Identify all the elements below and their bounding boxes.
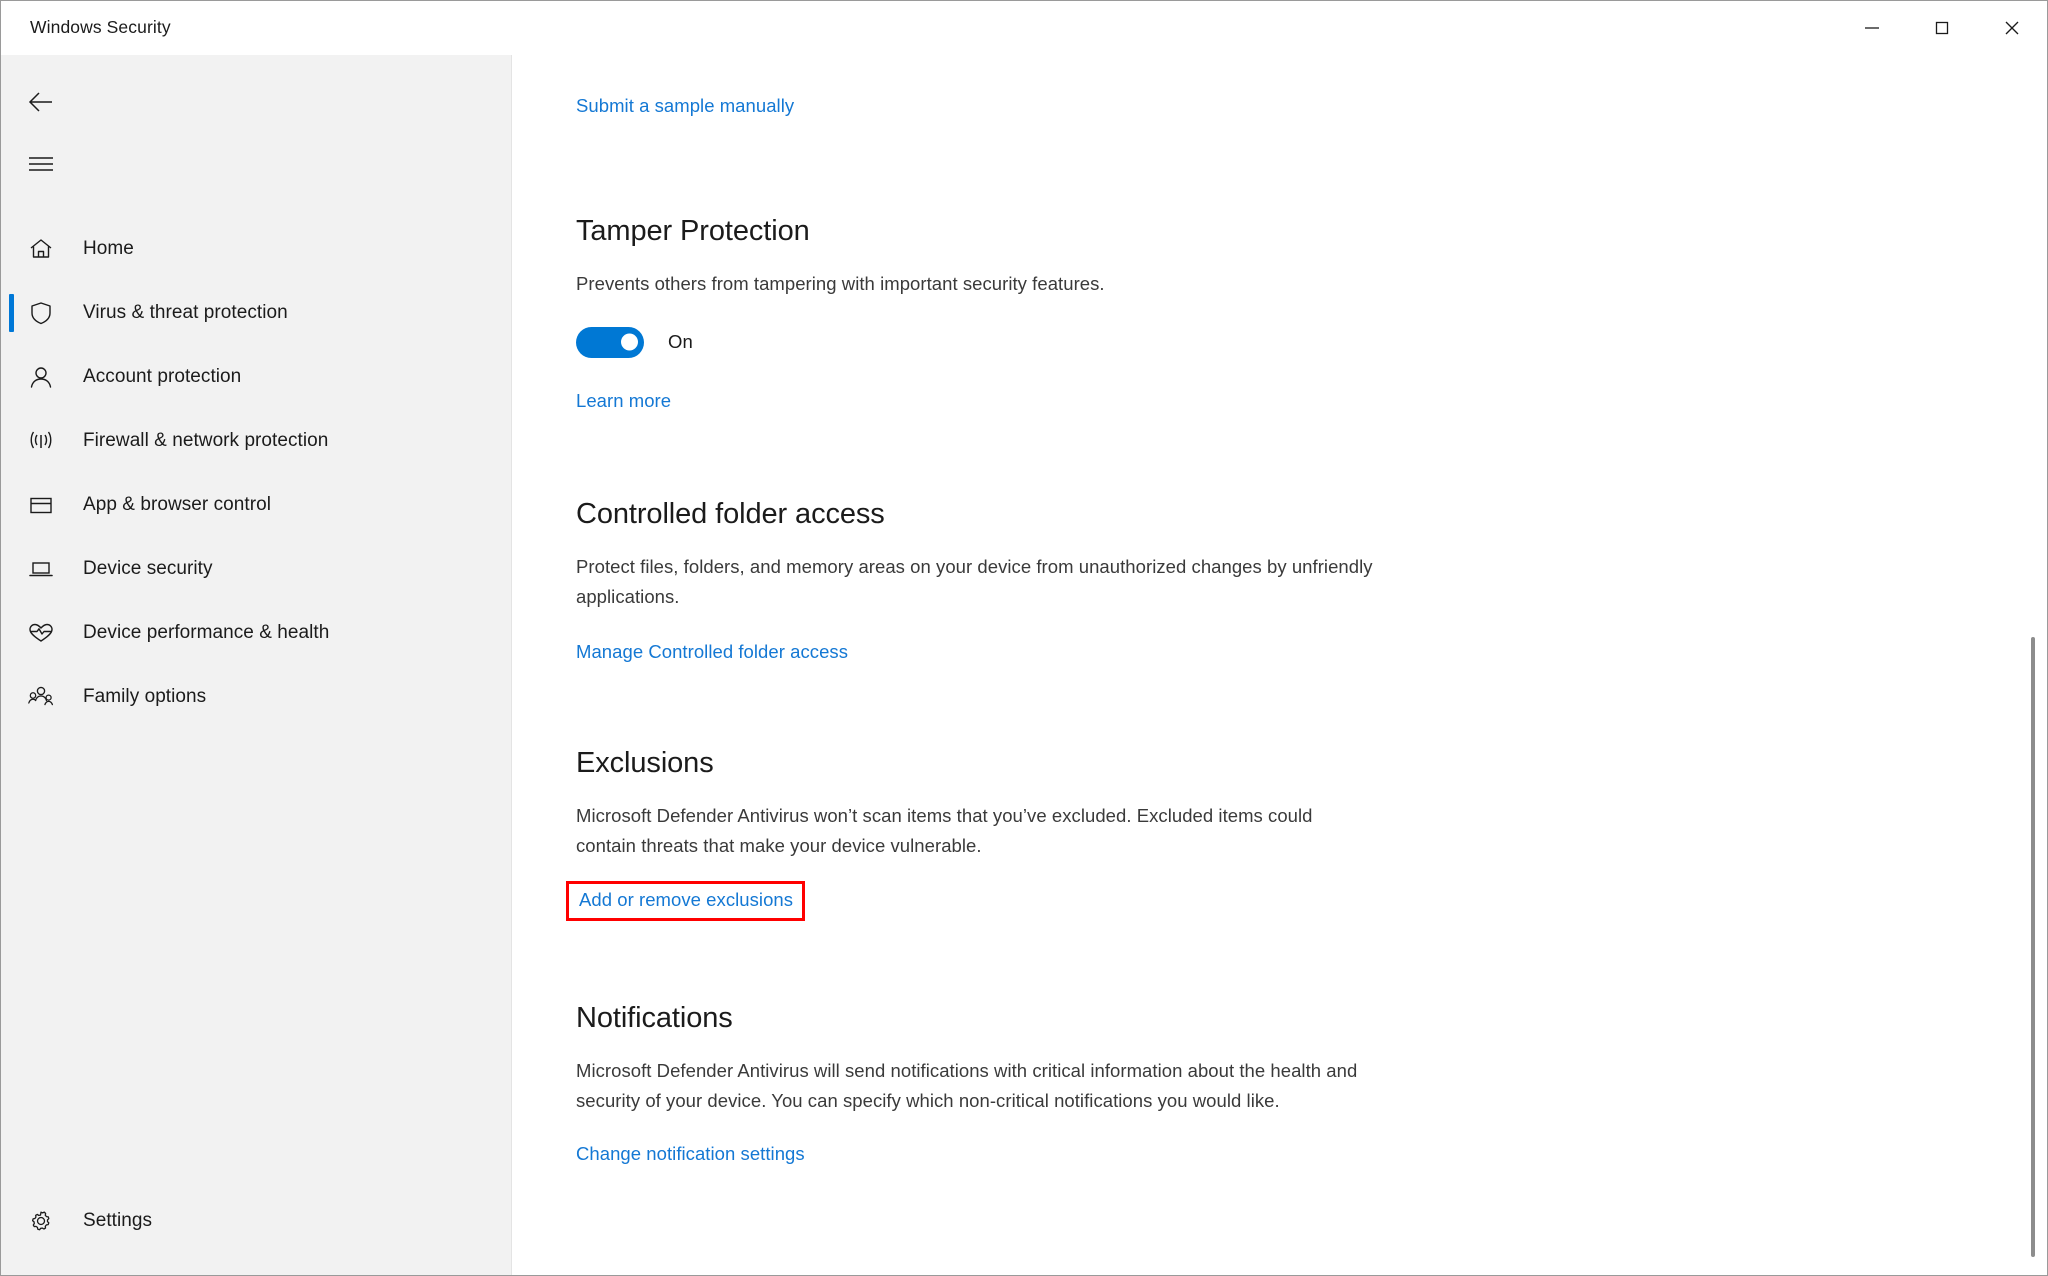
heart-pulse-icon xyxy=(15,619,67,647)
people-icon xyxy=(15,683,67,711)
learn-more-row: Learn more xyxy=(576,390,1562,412)
wireless-icon xyxy=(15,427,67,455)
gear-icon xyxy=(15,1207,67,1235)
section-title: Controlled folder access xyxy=(576,497,885,530)
red-highlight-box: Add or remove exclusions xyxy=(566,881,806,922)
notification-settings-row: Change notification settings xyxy=(576,1143,1562,1165)
person-icon xyxy=(15,363,67,391)
content-inner: Submit a sample manually Tamper Protecti… xyxy=(512,55,1562,1165)
shield-icon xyxy=(15,299,67,327)
sidebar-item-settings[interactable]: Settings xyxy=(1,1189,511,1253)
sidebar-top-controls xyxy=(1,55,511,195)
manage-cfa-row: Manage Controlled folder access xyxy=(576,641,1562,663)
section-title: Tamper Protection xyxy=(576,215,810,247)
sidebar-item-family-options[interactable]: Family options xyxy=(1,665,511,729)
sidebar-item-label: Firewall & network protection xyxy=(83,430,329,451)
sidebar: Home Virus & threat protection Account p… xyxy=(1,55,512,1275)
hamburger-icon xyxy=(15,154,67,174)
sidebar-item-device-security[interactable]: Device security xyxy=(1,537,511,601)
window-body: Home Virus & threat protection Account p… xyxy=(1,55,2047,1275)
section-title: Exclusions xyxy=(576,746,714,779)
learn-more-link[interactable]: Learn more xyxy=(576,390,671,412)
maximize-icon xyxy=(1931,17,1953,39)
toggle-state-label: On xyxy=(668,331,693,353)
sidebar-item-label: Settings xyxy=(83,1210,153,1231)
section-notifications: Notifications Microsoft Defender Antivir… xyxy=(576,1001,1562,1165)
sidebar-item-home[interactable]: Home xyxy=(1,217,511,281)
sidebar-item-label: Family options xyxy=(83,686,207,707)
section-title: Notifications xyxy=(576,1002,733,1035)
section-description: Prevents others from tampering with impo… xyxy=(576,272,1105,294)
sidebar-item-label: Device security xyxy=(83,558,213,579)
window-icon xyxy=(15,491,67,519)
sidebar-item-label: Virus & threat protection xyxy=(83,302,288,323)
laptop-icon xyxy=(15,555,67,583)
sidebar-nav-list: Home Virus & threat protection Account p… xyxy=(1,217,511,729)
sidebar-item-device-performance-health[interactable]: Device performance & health xyxy=(1,601,511,665)
sidebar-item-label: App & browser control xyxy=(83,494,271,515)
section-tamper-protection: Tamper Protection Prevents others from t… xyxy=(576,214,1562,412)
sidebar-item-virus-threat-protection[interactable]: Virus & threat protection xyxy=(1,281,511,345)
home-icon xyxy=(15,235,67,263)
section-exclusions: Exclusions Microsoft Defender Antivirus … xyxy=(566,746,1562,922)
toggle-knob xyxy=(621,333,638,351)
close-button[interactable] xyxy=(1977,1,2047,55)
hamburger-menu-button[interactable] xyxy=(1,133,511,195)
change-notification-settings-link[interactable]: Change notification settings xyxy=(576,1143,805,1165)
sidebar-item-firewall-network-protection[interactable]: Firewall & network protection xyxy=(1,409,511,473)
window-title: Windows Security xyxy=(30,17,171,38)
section-description: Protect files, folders, and memory areas… xyxy=(576,555,1373,607)
selection-indicator xyxy=(9,294,14,332)
tamper-protection-toggle-row: On xyxy=(576,326,1562,358)
window-controls xyxy=(1837,1,2047,55)
sidebar-item-account-protection[interactable]: Account protection xyxy=(1,345,511,409)
section-description: Microsoft Defender Antivirus won’t scan … xyxy=(576,805,1313,857)
content-scrollbar[interactable] xyxy=(2027,55,2039,1275)
manage-controlled-folder-access-link[interactable]: Manage Controlled folder access xyxy=(576,641,848,663)
title-bar: Windows Security xyxy=(1,1,2047,55)
add-or-remove-exclusions-link[interactable]: Add or remove exclusions xyxy=(579,889,793,911)
content-area: Submit a sample manually Tamper Protecti… xyxy=(512,55,2047,1275)
minimize-button[interactable] xyxy=(1837,1,1907,55)
sidebar-item-label: Account protection xyxy=(83,366,242,387)
maximize-button[interactable] xyxy=(1907,1,1977,55)
exclusions-link-row: Add or remove exclusions xyxy=(566,881,1562,922)
windows-security-window: Windows Security Home Virus & threat pro… xyxy=(0,0,2048,1276)
sidebar-bottom: Settings xyxy=(1,1189,511,1275)
sidebar-item-label: Device performance & health xyxy=(83,622,330,643)
minimize-icon xyxy=(1861,17,1883,39)
scrollbar-thumb[interactable] xyxy=(2031,637,2035,1257)
section-controlled-folder-access: Controlled folder access Protect files, … xyxy=(576,497,1562,663)
sidebar-item-app-browser-control[interactable]: App & browser control xyxy=(1,473,511,537)
tamper-protection-toggle[interactable] xyxy=(576,326,644,358)
back-arrow-icon xyxy=(15,87,67,117)
sidebar-item-label: Home xyxy=(83,238,134,259)
close-icon xyxy=(2001,17,2023,39)
submit-sample-manually-link[interactable]: Submit a sample manually xyxy=(576,95,794,117)
section-description: Microsoft Defender Antivirus will send n… xyxy=(576,1060,1358,1111)
back-button[interactable] xyxy=(1,71,511,133)
